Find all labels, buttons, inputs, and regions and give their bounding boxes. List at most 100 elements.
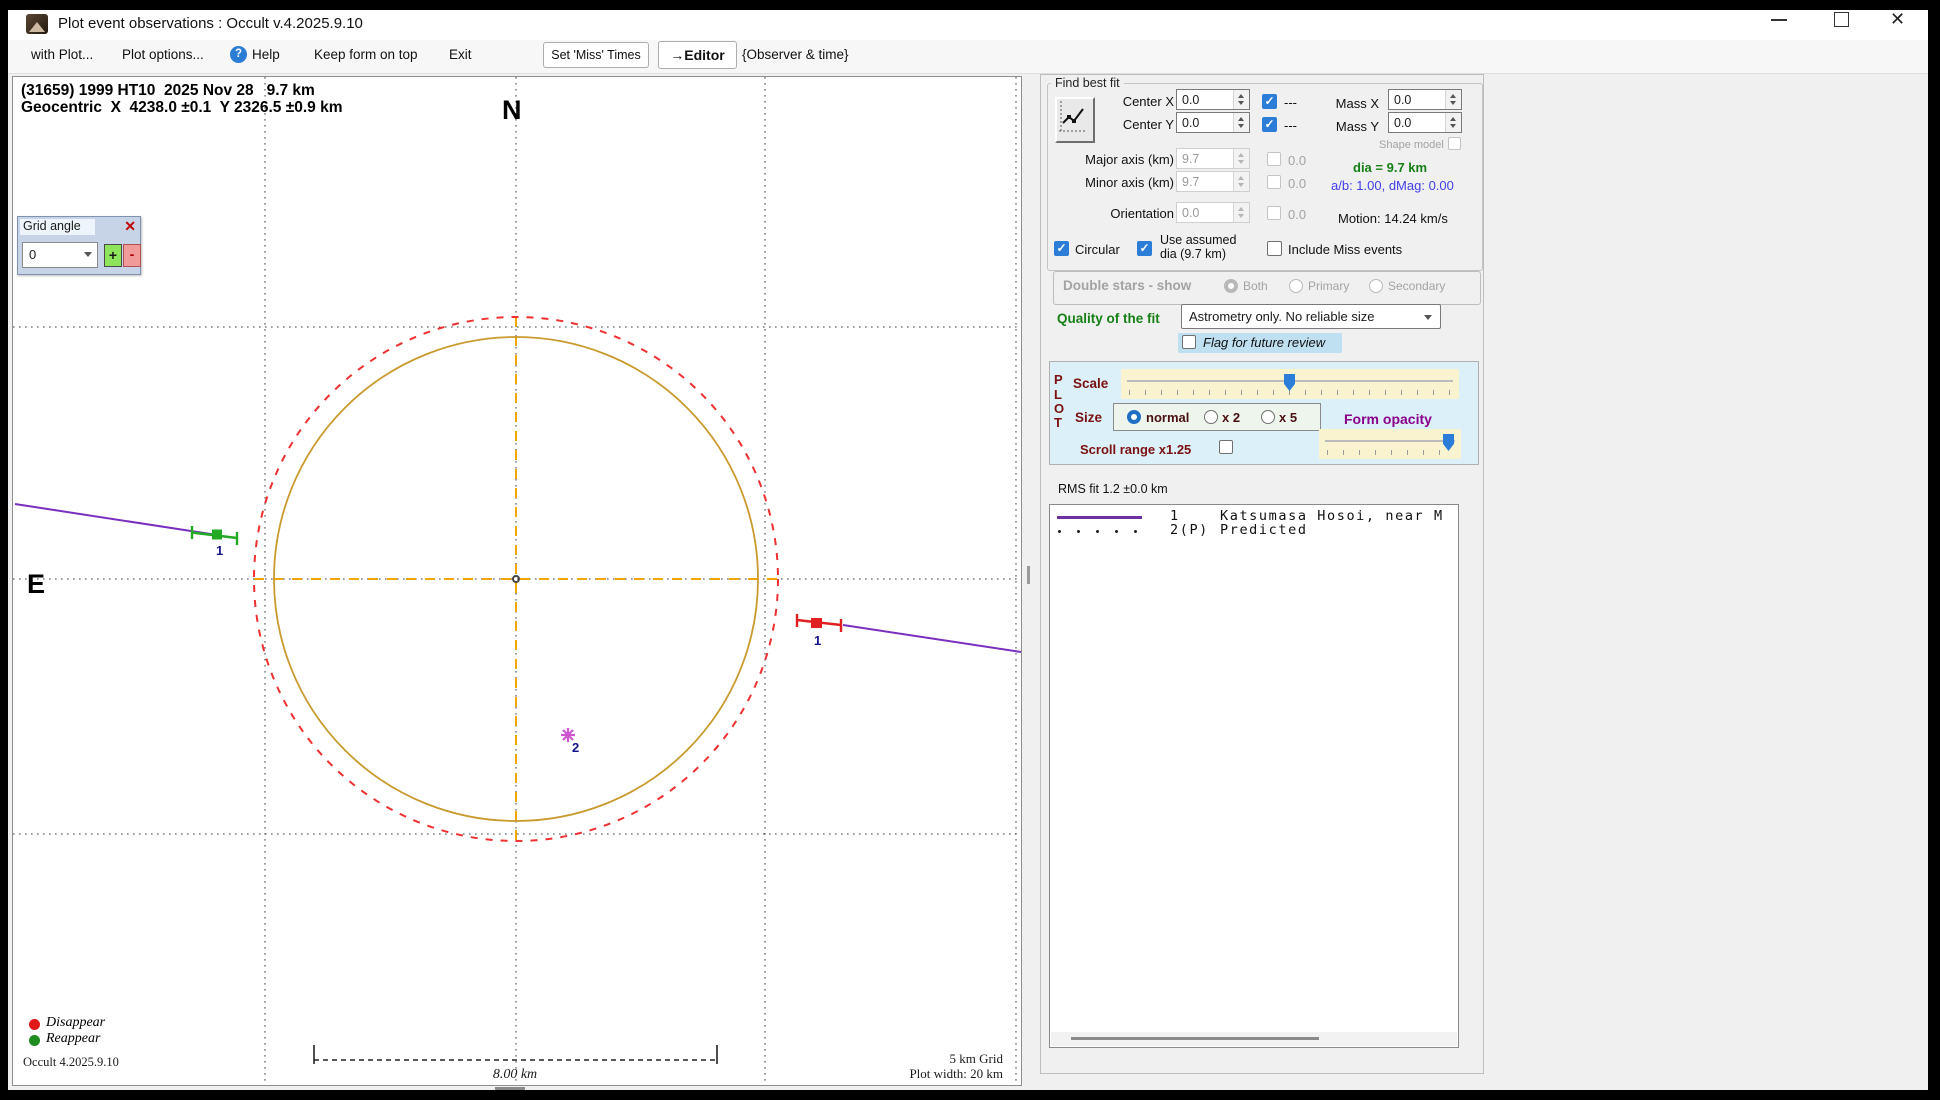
size-x5-radio[interactable] <box>1261 410 1275 424</box>
listbox-hscrollbar-thumb[interactable] <box>1071 1037 1319 1040</box>
editor-button[interactable]: →Editor <box>658 41 737 69</box>
slider-ticks <box>1129 390 1453 395</box>
double-secondary-radio <box>1369 279 1383 293</box>
plot-canvas[interactable]: 1 1 2 (31659) 1999 HT10 2025 Nov 28 9.7 … <box>12 76 1022 1086</box>
grid-angle-minus-button[interactable]: - <box>123 244 141 267</box>
use-assumed-label-2: dia (9.7 km) <box>1160 247 1226 261</box>
panel-splitter[interactable] <box>1027 566 1030 584</box>
screenshot-root: { "window": { "title": "Plot event obser… <box>0 0 1940 1100</box>
spinner-arrows-icon[interactable] <box>1445 113 1461 132</box>
form-opacity-slider-thumb[interactable] <box>1443 434 1454 451</box>
orientation-aux: 0.0 <box>1288 207 1307 222</box>
chord-1-left: 1 <box>14 503 239 558</box>
major-axis-input: 9.7 <box>1176 148 1250 169</box>
mass-x-input[interactable]: 0.0 <box>1388 89 1462 110</box>
grid-angle-value: 0 <box>29 247 37 262</box>
circular-checkbox[interactable] <box>1054 241 1069 256</box>
scroll-range-checkbox[interactable] <box>1219 440 1233 454</box>
flag-review-checkbox[interactable] <box>1182 335 1196 349</box>
plot-title-line1: (31659) 1999 HT10 2025 Nov 28 9.7 km <box>21 82 315 99</box>
menu-keep-on-top[interactable]: Keep form on top <box>314 47 418 62</box>
plot-hscrollbar-thumb[interactable] <box>495 1087 525 1090</box>
flag-review-label: Flag for future review <box>1203 335 1326 350</box>
fit-side-panel: Find best fit Center X 0.0 --- Mass X 0.… <box>1040 74 1484 1074</box>
major-axis-value: 9.7 <box>1182 152 1200 166</box>
form-opacity-slider[interactable] <box>1319 429 1461 459</box>
spinner-arrows-icon <box>1233 172 1249 191</box>
minor-axis-checkbox <box>1267 175 1281 189</box>
mass-y-label: Mass Y <box>1335 119 1379 134</box>
minor-axis-aux: 0.0 <box>1288 176 1307 191</box>
chord-1-right: 1 <box>795 614 1021 653</box>
quality-value: Astrometry only. No reliable size <box>1189 309 1375 324</box>
menu-plot-options[interactable]: Plot options... <box>122 47 204 62</box>
slider-track <box>1325 440 1455 442</box>
scroll-range-label: Scroll range x1.25 <box>1080 442 1192 457</box>
minor-axis-value: 9.7 <box>1182 175 1200 189</box>
size-normal-radio[interactable] <box>1127 410 1141 424</box>
maximize-icon[interactable] <box>1834 12 1849 27</box>
spinner-arrows-icon <box>1233 203 1249 222</box>
center-x-dash: --- <box>1284 95 1297 110</box>
quality-label: Quality of the fit <box>1057 311 1160 326</box>
menu-with-plot[interactable]: with Plot... <box>31 47 93 62</box>
orientation-checkbox <box>1267 206 1281 220</box>
menu-exit[interactable]: Exit <box>449 47 472 62</box>
find-best-fit-title: Find best fit <box>1051 76 1124 90</box>
center-y-input[interactable]: 0.0 <box>1176 112 1250 133</box>
chevron-down-icon <box>84 252 92 257</box>
mass-x-value: 0.0 <box>1394 93 1412 107</box>
center-y-label: Center Y <box>1122 117 1174 132</box>
star-label: 2 <box>572 740 579 755</box>
plot-letter-o: O <box>1054 401 1065 416</box>
plot-letter-l: L <box>1054 387 1062 402</box>
double-both-radio <box>1224 279 1238 293</box>
scale-slider[interactable] <box>1121 369 1459 399</box>
center-x-input[interactable]: 0.0 <box>1176 89 1250 110</box>
grid-angle-combo[interactable]: 0 <box>22 242 98 268</box>
grid-angle-plus-button[interactable]: + <box>104 244 122 267</box>
center-x-checkbox[interactable] <box>1262 94 1277 109</box>
set-miss-times-button[interactable]: Set 'Miss' Times <box>543 42 649 68</box>
grid-angle-close-icon[interactable]: ✕ <box>124 218 136 235</box>
spinner-arrows-icon[interactable] <box>1233 90 1249 109</box>
disappear-label: Disappear <box>46 1015 106 1030</box>
double-primary-label: Primary <box>1308 279 1350 293</box>
menu-help[interactable]: Help <box>252 47 280 62</box>
disappear-dot-icon <box>29 1019 40 1030</box>
help-icon[interactable]: ? <box>230 46 247 63</box>
major-axis-aux: 0.0 <box>1288 153 1307 168</box>
slider-ticks <box>1327 450 1455 455</box>
orientation-label: Orientation <box>1110 206 1174 221</box>
minimize-icon[interactable] <box>1771 19 1787 21</box>
double-primary-radio <box>1289 279 1303 293</box>
include-miss-checkbox[interactable] <box>1267 241 1282 256</box>
mass-y-input[interactable]: 0.0 <box>1388 112 1462 133</box>
major-axis-checkbox <box>1267 152 1281 166</box>
window-title: Plot event observations : Occult v.4.202… <box>58 15 363 32</box>
scale-slider-thumb[interactable] <box>1284 374 1295 391</box>
quality-select[interactable]: Astrometry only. No reliable size <box>1181 304 1441 329</box>
spinner-arrows-icon[interactable] <box>1233 113 1249 132</box>
observer-num: 2(P) <box>1170 522 1209 538</box>
scale-label: Scale <box>1073 376 1109 391</box>
scale-bar-label: 8.00 km <box>492 1067 538 1082</box>
grid-spacing-label: 5 km Grid <box>949 1051 1003 1066</box>
occultation-plot: 1 1 2 <box>13 77 1021 1085</box>
spinner-arrows-icon[interactable] <box>1445 90 1461 109</box>
center-y-checkbox[interactable] <box>1262 117 1277 132</box>
ab-dmag-label: a/b: 1.00, dMag: 0.00 <box>1331 178 1454 193</box>
chevron-down-icon <box>1424 315 1432 320</box>
center-mark <box>512 575 520 583</box>
size-x2-radio[interactable] <box>1204 410 1218 424</box>
grid-angle-window: Grid angle ✕ 0 + - <box>17 216 141 275</box>
major-axis-label: Major axis (km) <box>1085 152 1174 167</box>
svg-text:1: 1 <box>216 543 223 558</box>
observers-listbox[interactable]: 1 Katsumasa Hosoi, near M 2(P) Predicted <box>1049 504 1459 1048</box>
observer-time-label[interactable]: {Observer & time} <box>742 47 849 62</box>
listbox-hscrollbar[interactable] <box>1051 1032 1457 1046</box>
shape-model-checkbox <box>1448 137 1461 150</box>
use-assumed-checkbox[interactable] <box>1137 241 1152 256</box>
close-icon[interactable]: ✕ <box>1890 8 1905 30</box>
mass-x-label: Mass X <box>1335 96 1379 111</box>
